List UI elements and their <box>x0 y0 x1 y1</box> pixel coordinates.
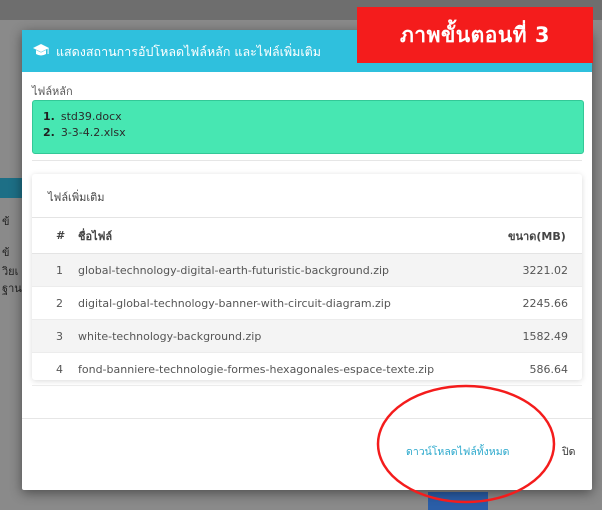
column-header-name: ชื่อไฟล์ <box>78 217 494 254</box>
file-name: 3-3-4.2.xlsx <box>60 126 126 139</box>
highlight-circle <box>376 384 556 504</box>
main-files-label: ไฟล์หลัก <box>32 85 73 98</box>
extra-files-table: # ชื่อไฟล์ ขนาด(MB) 1 global-technology-… <box>32 217 582 386</box>
file-name: global-technology-digital-earth-futurist… <box>78 253 494 287</box>
table-header-row: # ชื่อไฟล์ ขนาด(MB) <box>32 217 582 254</box>
background-text: วิยเ <box>2 265 19 278</box>
row-number: 2 <box>32 286 78 320</box>
step-banner: ภาพขั้นตอนที่ 3 <box>357 7 593 63</box>
file-size: 2245.66 <box>494 286 582 320</box>
list-item-number: 1. <box>43 110 55 123</box>
background-text: ข้ <box>2 246 10 259</box>
divider <box>32 160 582 161</box>
table-row: 3 white-technology-background.zip 1582.4… <box>32 319 582 353</box>
background-text: ฐาน <box>2 282 22 295</box>
main-files-box: 1. std39.docx 2. 3-3-4.2.xlsx <box>32 100 584 154</box>
modal-title: แสดงสถานการอัปโหลดไฟล์หลัก และไฟล์เพิ่มเ… <box>56 44 321 59</box>
table-row: 2 digital-global-technology-banner-with-… <box>32 286 582 320</box>
main-files-list: 1. std39.docx 2. 3-3-4.2.xlsx <box>43 109 126 141</box>
file-size: 3221.02 <box>494 253 582 287</box>
list-item-number: 2. <box>43 126 55 139</box>
file-size: 1582.49 <box>494 319 582 353</box>
list-item: 2. 3-3-4.2.xlsx <box>43 125 126 141</box>
table-row: 1 global-technology-digital-earth-futuri… <box>32 253 582 287</box>
graduation-cap-icon <box>33 44 49 56</box>
column-header-number: # <box>32 217 78 254</box>
file-name: std39.docx <box>60 110 122 123</box>
background-text: ข้ <box>2 215 10 228</box>
list-item: 1. std39.docx <box>43 109 126 125</box>
file-name: white-technology-background.zip <box>78 319 494 353</box>
file-name: digital-global-technology-banner-with-ci… <box>78 286 494 320</box>
close-button[interactable]: ปิด <box>562 443 575 460</box>
row-number: 3 <box>32 319 78 353</box>
row-number: 1 <box>32 253 78 287</box>
extra-files-panel: ไฟล์เพิ่มเติม # ชื่อไฟล์ ขนาด(MB) 1 glob… <box>32 174 582 386</box>
column-header-size: ขนาด(MB) <box>494 217 582 254</box>
row-number: 4 <box>32 352 78 386</box>
extra-files-label: ไฟล์เพิ่มเติม <box>48 191 105 204</box>
